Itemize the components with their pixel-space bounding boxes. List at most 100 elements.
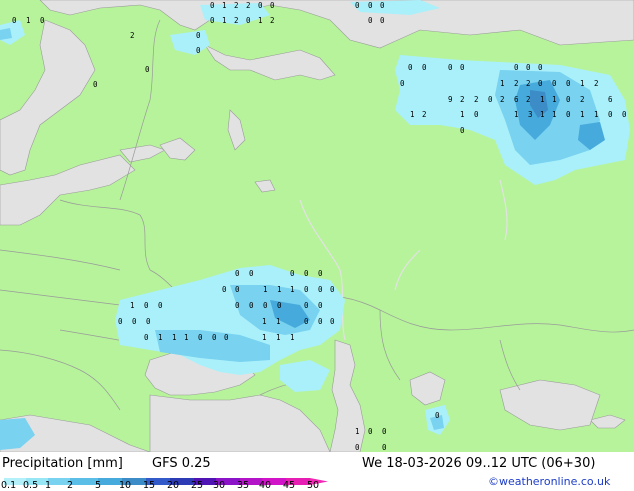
precip-value-label: 0	[290, 269, 295, 278]
precip-value-label: 2	[500, 95, 505, 104]
precip-value-label: 1	[514, 110, 519, 119]
precip-value-label: 0	[198, 333, 203, 342]
credit-link[interactable]: ©weatheronline.co.uk	[488, 475, 610, 489]
precip-value-label: 0	[526, 63, 531, 72]
precip-value-label: 0	[144, 301, 149, 310]
precip-value-label: 0	[448, 63, 453, 72]
precip-value-label: 0	[222, 285, 227, 294]
precip-value-label: 0	[318, 301, 323, 310]
precip-value-label: 1	[262, 333, 267, 342]
precip-value-label: 0	[566, 110, 571, 119]
precip-value-label: 0	[552, 79, 557, 88]
precip-value-label: 0	[608, 110, 613, 119]
precip-value-label: 1	[500, 79, 505, 88]
precip-value-label: 1	[276, 317, 281, 326]
precip-value-label: 2	[130, 31, 135, 40]
precip-value-label: 0	[40, 16, 45, 25]
precip-value-label: 0	[212, 333, 217, 342]
precip-value-label: 0	[566, 95, 571, 104]
precip-value-label: 0	[368, 427, 373, 436]
precip-value-label: 2	[526, 95, 531, 104]
precip-value-label: 0	[538, 79, 543, 88]
precip-value-label: 1	[130, 301, 135, 310]
precip-value-label: 2	[514, 79, 519, 88]
precip-value-label: 3	[528, 110, 533, 119]
precip-value-label: 1	[552, 110, 557, 119]
precip-value-label: 0	[318, 317, 323, 326]
precip-value-label: 0	[380, 1, 385, 10]
precip-value-label: 1	[262, 317, 267, 326]
precip-value-label: 0	[132, 317, 137, 326]
precip-value-label: 0	[318, 269, 323, 278]
precip-value-label: 2	[474, 95, 479, 104]
precip-value-label: 0	[258, 1, 263, 10]
precip-value-label: 0	[270, 1, 275, 10]
precip-value-label: 1	[290, 333, 295, 342]
precip-value-label: 0	[355, 443, 360, 452]
precip-value-label: 0	[235, 285, 240, 294]
precip-value-label: 0	[158, 301, 163, 310]
precip-value-label: 0	[488, 95, 493, 104]
precip-value-label: 0	[460, 126, 465, 135]
precip-value-label: 0	[196, 31, 201, 40]
precip-value-label: 1	[540, 110, 545, 119]
precip-value-label: 0	[514, 63, 519, 72]
precip-value-label: 0	[93, 80, 98, 89]
precip-value-label: 2	[422, 110, 427, 119]
precip-value-label: 2	[246, 1, 251, 10]
precip-value-label: 0	[277, 301, 282, 310]
precip-value-label: 6	[514, 95, 519, 104]
precip-value-label: 1	[222, 1, 227, 10]
precip-value-label: 1	[460, 110, 465, 119]
precip-value-label: 0	[538, 63, 543, 72]
precip-value-label: 0	[196, 46, 201, 55]
precip-value-label: 1	[158, 333, 163, 342]
precip-value-label: 1	[410, 110, 415, 119]
precip-value-label: 0	[304, 317, 309, 326]
precip-value-label: 9	[448, 95, 453, 104]
precip-value-label: 1	[26, 16, 31, 25]
precip-value-label: 0	[246, 16, 251, 25]
precip-value-label: 0	[330, 285, 335, 294]
precip-value-label: 1	[222, 16, 227, 25]
precip-value-label: 0	[210, 1, 215, 10]
precip-value-label: 0	[118, 317, 123, 326]
precip-value-label: 1	[540, 95, 545, 104]
precip-value-label: 0	[422, 63, 427, 72]
precip-value-label: 0	[304, 301, 309, 310]
precip-value-label: 1	[552, 95, 557, 104]
precip-value-label: 0	[12, 16, 17, 25]
precip-value-label: 0	[145, 65, 150, 74]
precip-value-label: 0	[382, 427, 387, 436]
precip-value-label: 2	[526, 79, 531, 88]
precip-value-label: 1	[184, 333, 189, 342]
precip-value-label: 2	[460, 95, 465, 104]
precip-value-label: 0	[304, 285, 309, 294]
precip-value-label: 0	[380, 16, 385, 25]
precip-value-label: 0	[460, 63, 465, 72]
precip-value-label: 1	[258, 16, 263, 25]
precip-value-label: 0	[408, 63, 413, 72]
precip-value-label: 0	[382, 443, 387, 452]
model-name: GFS 0.25	[152, 456, 211, 471]
precip-value-label: 1	[594, 110, 599, 119]
precip-value-label: 1	[355, 427, 360, 436]
precip-value-label: 2	[234, 16, 239, 25]
precip-value-label: 0	[249, 301, 254, 310]
precip-value-label: 0	[263, 301, 268, 310]
precip-value-label: 1	[263, 285, 268, 294]
precip-value-label: 0	[224, 333, 229, 342]
precip-value-label: 1	[580, 79, 585, 88]
precip-value-label: 2	[594, 79, 599, 88]
precip-value-label: 1	[277, 285, 282, 294]
weather-map: 0100122000120122000000000000000001220001…	[0, 0, 634, 452]
precip-value-label: 6	[608, 95, 613, 104]
precip-value-label: 0	[435, 411, 440, 420]
legend-title: Precipitation [mm]	[2, 456, 123, 471]
precip-value-label: 0	[368, 1, 373, 10]
precip-value-label: 0	[368, 16, 373, 25]
scale-swatch	[70, 478, 98, 485]
precip-value-label: 0	[249, 269, 254, 278]
precip-value-label: 0	[235, 301, 240, 310]
precip-value-label: 0	[355, 1, 360, 10]
